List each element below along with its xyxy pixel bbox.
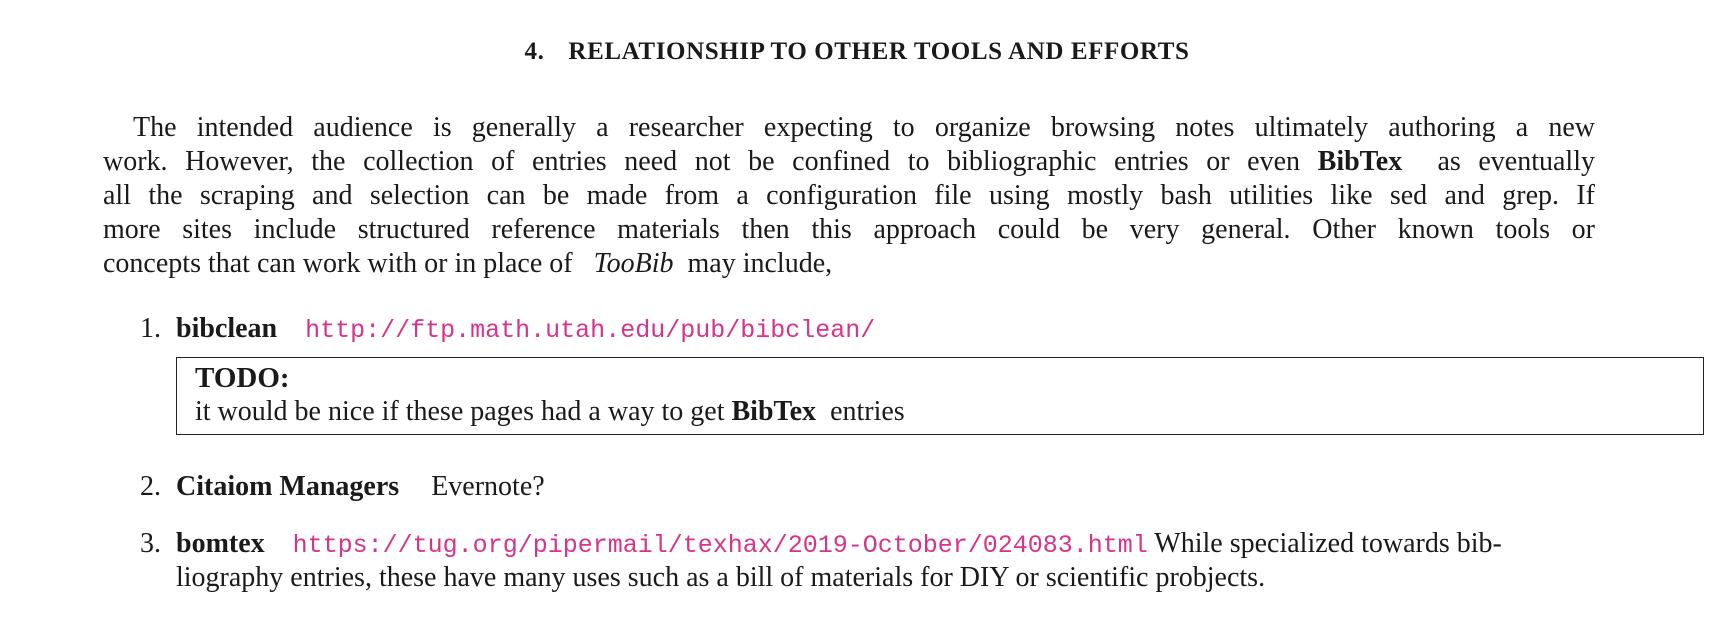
toobib-term: TooBib (593, 248, 674, 279)
document-page: 4. RELATIONSHIP TO OTHER TOOLS AND EFFORT… (0, 0, 1714, 636)
list-item-number: 3. (140, 528, 161, 559)
intro-text: concepts that can work with or in place … (103, 248, 573, 279)
intro-text: may include, (687, 248, 833, 279)
todo-text-part: it would be nice if these pages had a wa… (195, 396, 725, 427)
list-item-title: bibclean (176, 313, 278, 344)
list-item-title: Citaiom Managers (176, 471, 400, 502)
todo-heading: TODO: (195, 362, 290, 394)
list-item-number: 1. (140, 313, 161, 344)
intro-line: The intended audience is generally a res… (133, 112, 1595, 143)
list-item-title: bomtex (176, 528, 265, 559)
todo-text-part: entries (830, 396, 905, 427)
list-item: 2. Citaiom Managers Evernote? (140, 470, 545, 504)
list-item: 3. bomtex https://tug.org/pipermail/texhax… (140, 527, 1502, 563)
section-title: RELATIONSHIP TO OTHER TOOLS AND EFFORTS (568, 38, 1190, 65)
bibclean-link[interactable]: http://ftp.math.utah.edu/pub/bibclean/ (305, 316, 875, 345)
intro-text: work. However, the collection of entries… (103, 146, 1301, 177)
list-item-number: 2. (140, 471, 161, 502)
list-item: 1. bibclean http://ftp.math.utah.edu/pub/b… (140, 312, 875, 348)
intro-line: work. However, the collection of entries… (103, 145, 1595, 179)
intro-paragraph: The intended audience is generally a res… (103, 111, 1595, 281)
section-heading: 4. RELATIONSHIP TO OTHER TOOLS AND EFFORT… (0, 38, 1714, 66)
bibtex-term: BibTex (1317, 146, 1403, 177)
intro-line: more sites include structured reference … (103, 214, 1595, 245)
list-item-text: While specialized towards bib- (1154, 528, 1502, 559)
intro-line: concepts that can work with or in place … (103, 247, 1595, 281)
todo-text: it would be nice if these pages had a wa… (195, 395, 1685, 428)
bibtex-term: BibTex (731, 396, 817, 427)
intro-text: as eventually (1437, 146, 1595, 177)
section-number: 4. (524, 38, 545, 65)
todo-box: TODO: it would be nice if these pages ha… (176, 357, 1704, 435)
list-item-text: Evernote? (431, 471, 545, 502)
list-item-continuation: liography entries, these have many uses … (176, 562, 1266, 593)
intro-line: all the scraping and selection can be ma… (103, 180, 1595, 211)
bomtex-link[interactable]: https://tug.org/pipermail/texhax/2019-Oc… (293, 531, 1148, 560)
